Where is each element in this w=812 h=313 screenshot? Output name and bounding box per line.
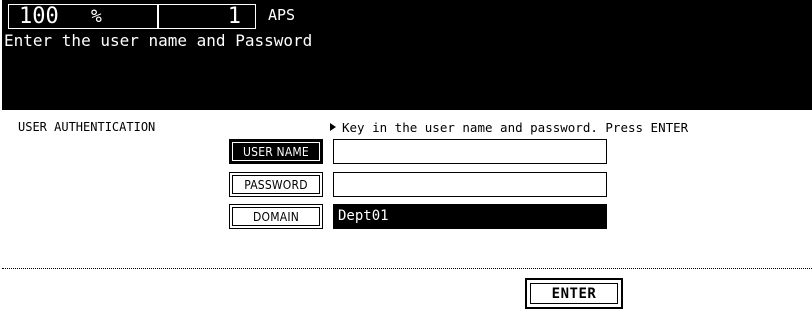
status-bar: 100 % 1 APS Enter the user name and Pass… xyxy=(2,0,812,110)
user-name-button[interactable]: USER NAME xyxy=(229,139,323,164)
copier-screen: 100 % 1 APS Enter the user name and Pass… xyxy=(0,0,812,313)
enter-button-label: ENTER xyxy=(551,285,597,302)
button-inner-border xyxy=(232,175,320,194)
copies-display: 1 xyxy=(158,4,256,29)
zoom-display: 100 % xyxy=(8,4,158,29)
zoom-value: 100 xyxy=(19,4,59,29)
instruction-text: Key in the user name and password. Press… xyxy=(330,120,688,135)
arrow-right-icon xyxy=(330,123,336,131)
password-field[interactable] xyxy=(333,172,607,197)
prompt-message: Enter the user name and Password xyxy=(4,31,313,50)
zoom-unit: % xyxy=(91,6,102,27)
divider xyxy=(2,268,812,269)
password-button[interactable]: PASSWORD xyxy=(229,172,323,197)
domain-field[interactable]: Dept01 xyxy=(333,204,607,229)
paper-mode: APS xyxy=(268,6,296,24)
instruction-label: Key in the user name and password. Press… xyxy=(342,120,689,135)
section-title: USER AUTHENTICATION xyxy=(18,120,156,134)
copies-value: 1 xyxy=(227,4,241,29)
button-inner-border xyxy=(232,142,320,161)
user-name-field[interactable] xyxy=(333,139,607,164)
domain-button[interactable]: DOMAIN xyxy=(229,204,323,229)
button-inner-border xyxy=(232,207,320,226)
enter-button[interactable]: ENTER xyxy=(525,278,623,309)
